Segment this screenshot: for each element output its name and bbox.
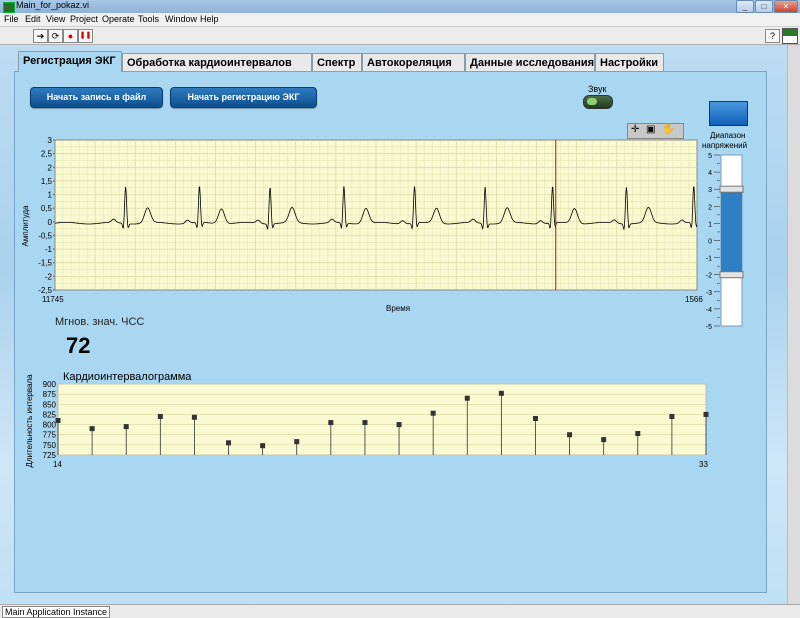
- ecg-ytick: -1,5: [38, 259, 52, 268]
- title-bar: Main_for_pokaz.vi _ □ ✕: [0, 0, 800, 13]
- status-instance: Main Application Instance: [2, 606, 111, 618]
- led-indicator: [709, 101, 748, 126]
- toolbar: ➔ ⟳ ● ❚❚ ?: [0, 27, 800, 45]
- zoom-tool-icon[interactable]: ▣: [646, 124, 655, 135]
- cardio-x-end: 33: [699, 460, 708, 469]
- vertical-scrollbar[interactable]: [787, 45, 800, 604]
- cardio-x-start: 14: [53, 460, 62, 469]
- tab-ecg-registration[interactable]: Регистрация ЭКГ: [18, 51, 122, 72]
- menu-window[interactable]: Window: [165, 14, 197, 24]
- ecg-ytick: 3: [48, 136, 53, 145]
- cardio-point: [362, 420, 368, 426]
- app-icon: [3, 2, 15, 13]
- cardio-point: [464, 395, 470, 401]
- voltage-tick: -5: [706, 324, 712, 331]
- cardio-ytick: 775: [43, 431, 57, 440]
- cardio-point: [328, 420, 334, 426]
- ecg-ytick: 0,5: [41, 204, 53, 213]
- menu-operate[interactable]: Operate: [102, 14, 135, 24]
- cardio-point: [55, 418, 61, 424]
- cardio-ytick: 750: [43, 441, 57, 450]
- cardio-point: [157, 413, 163, 419]
- voltage-range-label-1: Диапазон: [710, 131, 746, 140]
- cardio-point: [567, 432, 573, 438]
- cardio-point: [123, 424, 129, 430]
- maximize-button[interactable]: □: [755, 0, 773, 13]
- menu-edit[interactable]: Edit: [25, 14, 41, 24]
- ecg-ytick: 1,5: [41, 177, 53, 186]
- cardio-ytick: 875: [43, 390, 57, 399]
- menu-view[interactable]: View: [46, 14, 65, 24]
- cardiointervalogram[interactable]: Кардиоинтервалограмма Длительность интер…: [22, 366, 722, 472]
- ecg-ytick: 0: [48, 218, 53, 227]
- cardio-point: [396, 422, 402, 428]
- cardio-ytick: 800: [43, 421, 57, 430]
- cardio-title: Кардиоинтервалограмма: [63, 371, 192, 383]
- cursor-tool-icon[interactable]: ✛: [631, 124, 639, 135]
- cardio-point: [635, 430, 641, 436]
- tab-settings[interactable]: Настройки: [595, 53, 664, 71]
- cardio-point: [260, 443, 266, 449]
- sound-label: Звук: [588, 84, 607, 94]
- ecg-ytick: -1: [45, 245, 53, 254]
- ecg-ytick: -0,5: [38, 231, 52, 240]
- cardio-point: [430, 410, 436, 416]
- tab-autocorrelation[interactable]: Автокореляция: [362, 53, 465, 71]
- cardio-point: [532, 415, 538, 421]
- cardio-ytick: 725: [43, 451, 57, 460]
- ecg-x-end: 1566: [685, 295, 703, 304]
- ecg-ylabel: Амплитуда: [22, 205, 30, 246]
- help-icon[interactable]: ?: [765, 29, 780, 43]
- ecg-x-start: 11745: [42, 295, 64, 304]
- heart-rate-value: 72: [66, 333, 91, 358]
- start-file-recording-button[interactable]: Начать запись в файл: [30, 87, 163, 108]
- pan-tool-icon[interactable]: ✋: [662, 124, 674, 135]
- cardio-ytick: 900: [43, 380, 57, 389]
- abort-icon[interactable]: ●: [63, 29, 78, 43]
- ecg-ytick: 2: [48, 163, 53, 172]
- cardio-ylabel: Длительность интервала: [25, 374, 34, 468]
- vi-icon: [782, 28, 798, 44]
- ecg-xlabel: Время: [386, 304, 410, 313]
- cardio-point: [294, 439, 300, 445]
- cardio-point: [601, 437, 607, 443]
- status-bar: Main Application Instance: [0, 604, 800, 618]
- run-continuously-icon[interactable]: ⟳: [48, 29, 63, 43]
- cardio-point: [703, 411, 709, 417]
- cardio-point: [498, 390, 504, 396]
- tab-spectrum[interactable]: Спектр: [312, 53, 362, 71]
- ecg-ytick: -2: [45, 272, 53, 281]
- ecg-ytick: 1: [48, 191, 53, 200]
- menu-tools[interactable]: Tools: [138, 14, 159, 24]
- ecg-ytick: 2,5: [41, 150, 53, 159]
- minimize-button[interactable]: _: [736, 0, 754, 13]
- cardio-point: [191, 414, 197, 420]
- sound-toggle[interactable]: [583, 95, 613, 109]
- ecg-ytick: -2,5: [38, 286, 52, 295]
- menu-bar: File Edit View Project Operate Tools Win…: [0, 13, 800, 27]
- window-title: Main_for_pokaz.vi: [16, 0, 90, 10]
- heart-rate-label: Мгнов. знач. ЧСС: [55, 316, 145, 328]
- menu-project[interactable]: Project: [70, 14, 98, 24]
- tab-study-data[interactable]: Данные исследования: [465, 53, 595, 71]
- close-button[interactable]: ✕: [774, 0, 798, 13]
- menu-help[interactable]: Help: [200, 14, 219, 24]
- cardio-point: [226, 440, 232, 446]
- cardio-point: [89, 426, 95, 432]
- cardio-ytick: 825: [43, 410, 57, 419]
- tab-cardiointervals[interactable]: Обработка кардиоинтервалов: [122, 53, 312, 71]
- pause-icon[interactable]: ❚❚: [78, 29, 93, 43]
- run-icon[interactable]: ➔: [33, 29, 48, 43]
- start-ecg-registration-button[interactable]: Начать регистрацию ЭКГ: [170, 87, 317, 108]
- ecg-graph[interactable]: Амплитуда 32,521,510,50-0,5-1-1,5-2-2,5 …: [22, 136, 712, 316]
- cardio-point: [669, 413, 675, 419]
- cardio-ytick: 850: [43, 400, 57, 409]
- menu-file[interactable]: File: [4, 14, 19, 24]
